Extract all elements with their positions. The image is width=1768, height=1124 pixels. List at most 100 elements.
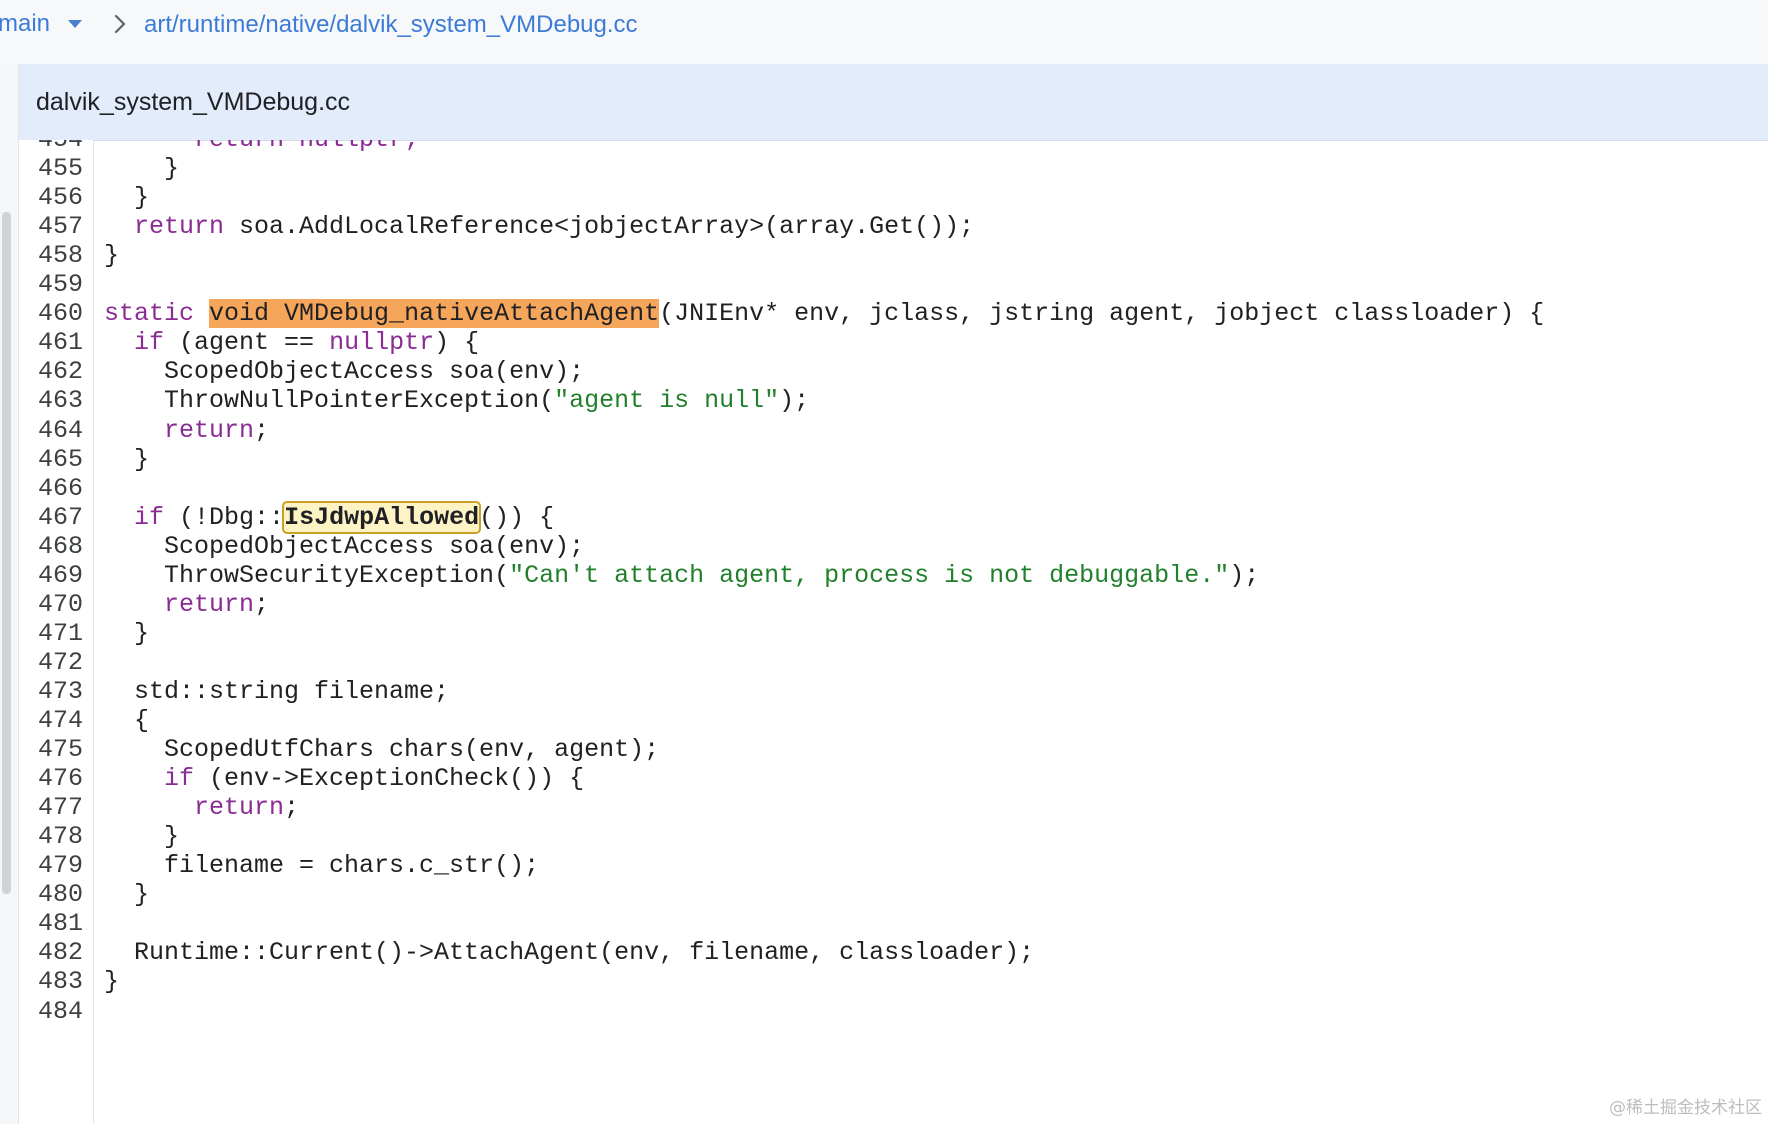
line-number[interactable]: 463: [19, 385, 83, 417]
code-line: 461 if (agent == nullptr) {: [19, 327, 1768, 360]
keyword-token: if: [164, 764, 195, 794]
line-code: return;: [104, 589, 269, 621]
line-number[interactable]: 470: [19, 589, 83, 621]
code-line: 469 ThrowSecurityException("Can't attach…: [19, 560, 1768, 593]
line-number[interactable]: 468: [19, 531, 83, 563]
code-viewer: 454 return nullptr;455 }456 }457 return …: [19, 140, 1768, 1124]
line-number[interactable]: 477: [19, 792, 83, 824]
code-line: 455 }: [19, 153, 1768, 186]
line-number[interactable]: 474: [19, 705, 83, 737]
line-code: Runtime::Current()->AttachAgent(env, fil…: [104, 937, 1034, 969]
code-token: }: [104, 241, 120, 271]
code-line: 470 return;: [19, 589, 1768, 622]
line-number[interactable]: 473: [19, 676, 83, 708]
code-token: filename = chars.c_str();: [104, 851, 540, 881]
line-number[interactable]: 481: [19, 908, 83, 940]
line-code: ScopedUtfChars chars(env, agent);: [104, 734, 659, 766]
code-line: 458}: [19, 240, 1768, 273]
line-code: static void VMDebug_nativeAttachAgent(JN…: [104, 298, 1544, 330]
line-number[interactable]: 456: [19, 182, 83, 214]
code-token: }: [104, 154, 180, 184]
code-token: );: [779, 386, 810, 416]
code-token: }: [104, 183, 150, 213]
code-token: {: [104, 706, 150, 735]
code-token: ScopedObjectAccess soa(env);: [104, 531, 585, 561]
line-code: }: [104, 182, 149, 214]
line-number[interactable]: 458: [19, 240, 83, 272]
code-line: 464 return;: [19, 415, 1768, 448]
keyword-token: return nullptr;: [194, 140, 419, 154]
line-code: return;: [104, 792, 299, 824]
line-code: ThrowNullPointerException("agent is null…: [104, 385, 809, 417]
code-token: );: [1229, 560, 1260, 590]
keyword-token: return: [164, 415, 255, 445]
keyword-token: if: [134, 502, 165, 532]
line-number[interactable]: 480: [19, 879, 83, 911]
code-token: soa.AddLocalReference<jobjectArray>(arra…: [224, 212, 975, 242]
left-scroll-rail: [0, 64, 19, 1124]
line-number[interactable]: 462: [19, 356, 83, 388]
line-number[interactable]: 455: [19, 153, 83, 185]
line-number[interactable]: 484: [19, 996, 83, 1028]
line-number[interactable]: 459: [19, 269, 83, 301]
line-code: ThrowSecurityException("Can't attach age…: [104, 560, 1259, 592]
line-number[interactable]: 483: [19, 966, 83, 998]
line-code: }: [104, 966, 119, 998]
code-token: ScopedObjectAccess soa(env);: [104, 357, 585, 387]
code-token: }: [104, 880, 150, 910]
code-token: ThrowSecurityException(: [104, 560, 510, 590]
highlighted-function-signature[interactable]: void VMDebug_nativeAttachAgent: [209, 299, 660, 329]
line-number[interactable]: 478: [19, 821, 83, 853]
code-line: 466: [19, 473, 1768, 506]
line-number[interactable]: 479: [19, 850, 83, 882]
line-number[interactable]: 460: [19, 298, 83, 330]
line-code: if (agent == nullptr) {: [104, 327, 479, 359]
scrollbar-thumb[interactable]: [2, 212, 11, 894]
line-number[interactable]: 476: [19, 763, 83, 795]
line-number[interactable]: 461: [19, 327, 83, 359]
code-line: 459: [19, 269, 1768, 302]
code-token: ThrowNullPointerException(: [104, 386, 555, 416]
line-number[interactable]: 469: [19, 560, 83, 592]
code-line: 465 }: [19, 444, 1768, 477]
keyword-token: return: [194, 793, 285, 823]
line-number[interactable]: 482: [19, 937, 83, 969]
line-number[interactable]: 465: [19, 444, 83, 476]
line-code: }: [104, 821, 179, 853]
code-line: 472: [19, 647, 1768, 680]
line-code: {: [104, 705, 149, 737]
line-number[interactable]: 472: [19, 647, 83, 679]
line-number[interactable]: 471: [19, 618, 83, 650]
code-token: ScopedUtfChars chars(env, agent);: [104, 735, 660, 765]
line-number[interactable]: 467: [19, 502, 83, 534]
line-number[interactable]: 464: [19, 415, 83, 447]
line-number[interactable]: 466: [19, 473, 83, 505]
code-line: 456 }: [19, 182, 1768, 215]
line-code: ScopedObjectAccess soa(env);: [104, 531, 584, 563]
string-literal-token: "agent is null": [554, 386, 780, 416]
code-line: 480 }: [19, 879, 1768, 912]
code-token: ;: [284, 793, 300, 823]
highlighted-symbol-reference[interactable]: IsJdwpAllowed: [282, 500, 482, 534]
code-line: 476 if (env->ExceptionCheck()) {: [19, 763, 1768, 796]
code-line: 479 filename = chars.c_str();: [19, 850, 1768, 883]
code-line: 475 ScopedUtfChars chars(env, agent);: [19, 734, 1768, 767]
top-navigation-bar: main art/runtime/native/dalvik_system_VM…: [0, 0, 1768, 65]
line-code: return soa.AddLocalReference<jobjectArra…: [104, 211, 974, 243]
line-code: ScopedObjectAccess soa(env);: [104, 356, 584, 388]
line-number[interactable]: 457: [19, 211, 83, 243]
string-literal-token: "Can't attach agent, process is not debu…: [509, 560, 1230, 590]
line-code: }: [104, 618, 149, 650]
line-code: std::string filename;: [104, 676, 449, 708]
code-token: }: [104, 967, 120, 997]
breadcrumb-file-path[interactable]: art/runtime/native/dalvik_system_VMDebug…: [144, 7, 638, 43]
code-line: 467 if (!Dbg::IsJdwpAllowed()) {: [19, 500, 1768, 535]
chevron-right-icon: [114, 14, 126, 34]
branch-selector[interactable]: main: [0, 6, 83, 42]
line-number[interactable]: 475: [19, 734, 83, 766]
keyword-token: nullptr: [329, 328, 435, 358]
